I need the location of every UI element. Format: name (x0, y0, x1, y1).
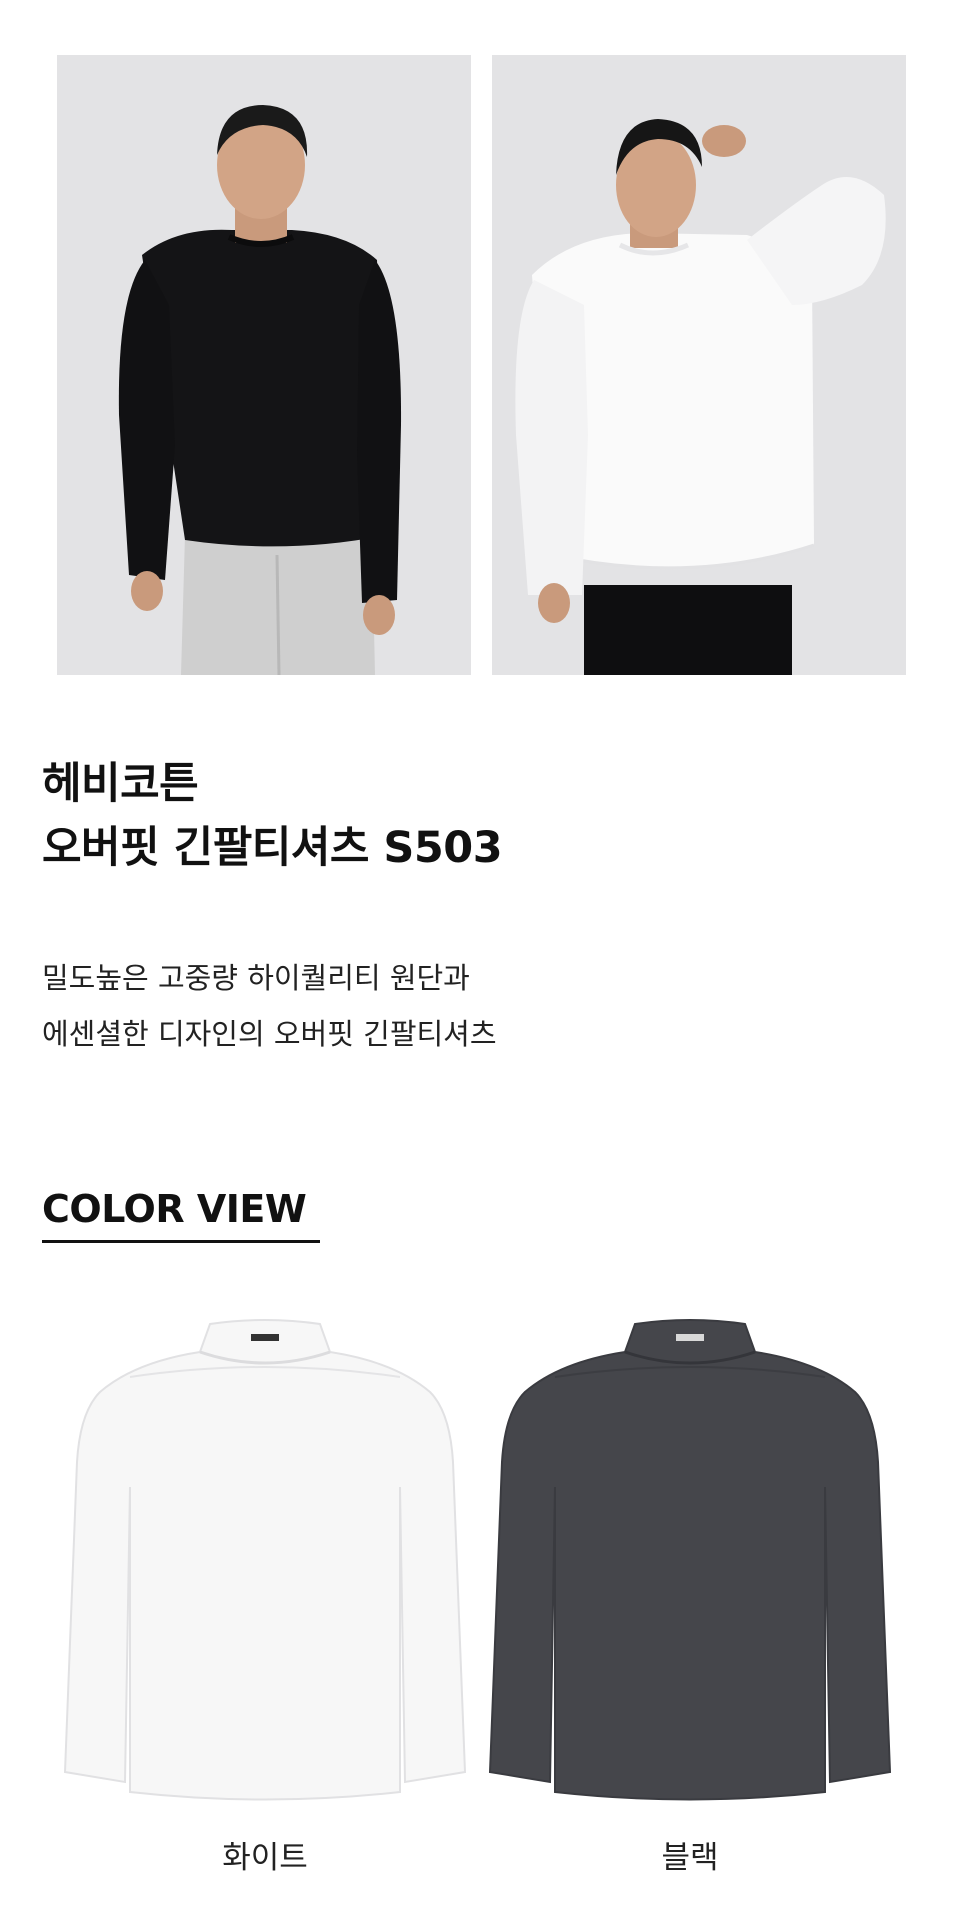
model-photo-black-shirt (57, 55, 471, 675)
color-swatch-black (480, 1312, 900, 1812)
product-title-line-1: 헤비코튼 (42, 759, 199, 809)
color-label-black: 블랙 (661, 1840, 719, 1876)
shirt-body (488, 1319, 892, 1801)
model-photo-white-shirt (492, 55, 906, 675)
model-white-shirt-illustration (492, 55, 906, 675)
left-sleeve (118, 260, 175, 580)
product-title: 헤비코튼 오버핏 긴팔티셔츠 S503 (42, 752, 503, 880)
color-label-white: 화이트 (222, 1840, 308, 1876)
product-description-line-1: 밀도높은 고중량 하이퀄리티 원단과 (42, 961, 470, 995)
pants (584, 585, 792, 675)
color-view-heading: COLOR VIEW (42, 1187, 307, 1231)
product-title-line-2: 오버핏 긴팔티셔츠 S503 (42, 823, 503, 873)
hand-on-head (702, 125, 746, 157)
shirt-body (63, 1319, 467, 1801)
product-description: 밀도높은 고중량 하이퀄리티 원단과 에센셜한 디자인의 오버핏 긴팔티셔츠 (42, 950, 497, 1062)
brand-tag (676, 1334, 704, 1341)
model-black-shirt-illustration (57, 55, 471, 675)
product-description-line-2: 에센셜한 디자인의 오버핏 긴팔티셔츠 (42, 1017, 497, 1051)
color-view-underline (42, 1240, 320, 1243)
shirt-black-icon (488, 1319, 892, 1801)
lowered-sleeve (515, 280, 588, 595)
shirt-white-icon (63, 1319, 467, 1801)
brand-tag (251, 1334, 279, 1341)
color-swatch-white (55, 1312, 475, 1812)
